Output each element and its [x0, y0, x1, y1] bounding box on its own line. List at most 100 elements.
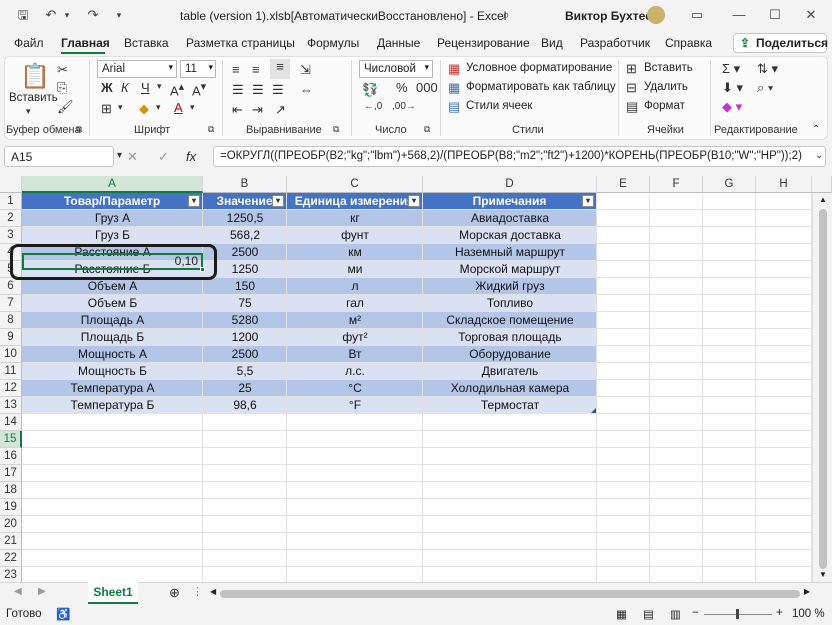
horizontal-scrollbar[interactable]: ◀ ▶	[210, 587, 810, 601]
zoom-slider-thumb[interactable]	[736, 609, 739, 619]
table-cell[interactable]: л.с.	[287, 363, 423, 380]
spreadsheet-grid[interactable]: A B C D E F G H Товар/Параметр ▾ Значение ▾…	[0, 176, 832, 582]
fill-icon[interactable]: ⬇ ▾	[722, 80, 743, 96]
cell-styles-icon[interactable]: ▤	[448, 99, 460, 115]
minimize-button[interactable]: —	[730, 6, 748, 24]
font-name-select[interactable]: Arial ▾	[97, 60, 177, 78]
italic-button[interactable]: К	[121, 80, 129, 95]
conditional-format-icon[interactable]: ▦	[448, 61, 460, 77]
tab-developer[interactable]: Разработчик	[580, 36, 650, 50]
table-cell[interactable]: 2500	[203, 346, 287, 363]
row-header-10[interactable]: 10	[0, 346, 22, 363]
user-name[interactable]: Виктор Бухтеев	[565, 9, 659, 23]
table-cell[interactable]: ми	[287, 261, 423, 278]
header-product[interactable]: Товар/Параметр ▾	[22, 193, 203, 210]
paste-icon[interactable]: 📋	[20, 62, 50, 91]
ribbon-display-icon[interactable]: ▭	[688, 6, 706, 24]
table-cell[interactable]: Термостат	[423, 397, 597, 414]
table-cell[interactable]: м²	[287, 312, 423, 329]
table-cell[interactable]: Жидкий груз	[423, 278, 597, 295]
row-header-6[interactable]: 6	[0, 278, 22, 295]
conditional-format-button[interactable]: Условное форматирование	[466, 62, 612, 74]
zoom-level[interactable]: 100 %	[792, 608, 825, 620]
table-cell[interactable]: 5280	[203, 312, 287, 329]
font-color-icon[interactable]: A	[174, 100, 183, 115]
vertical-scrollbar[interactable]: ▲ ▼	[812, 193, 832, 582]
shrink-font-icon[interactable]: A▾	[192, 80, 206, 98]
table-cell[interactable]: Топливо	[423, 295, 597, 312]
row-header-13[interactable]: 13	[0, 397, 22, 414]
undo-dropdown-icon[interactable]: ▾	[58, 6, 76, 24]
tab-review[interactable]: Рецензирование	[437, 36, 530, 50]
align-middle-icon[interactable]: ≡	[252, 62, 260, 77]
column-header-c[interactable]: C	[287, 176, 423, 193]
add-sheet-icon[interactable]: ⊕	[169, 585, 180, 601]
zoom-out-icon[interactable]: −	[692, 607, 699, 619]
align-left-icon[interactable]: ☰	[232, 82, 244, 98]
page-layout-view-icon[interactable]: ▤	[643, 607, 654, 621]
header-unit[interactable]: Единица измерения ▾	[287, 193, 423, 210]
normal-view-icon[interactable]: ▦	[616, 607, 627, 621]
zoom-in-icon[interactable]: +	[776, 607, 783, 619]
redo-icon[interactable]: ↷	[84, 6, 102, 24]
header-value[interactable]: Значение ▾	[203, 193, 287, 210]
table-cell[interactable]: Объем Б	[22, 295, 203, 312]
format-cells-icon[interactable]: ▤	[626, 99, 638, 115]
chevron-down-icon[interactable]: ▾	[190, 102, 195, 113]
table-cell[interactable]: Вт	[287, 346, 423, 363]
tab-help[interactable]: Справка	[665, 36, 712, 50]
column-header-f[interactable]: F	[650, 176, 703, 193]
table-cell[interactable]: 568,2	[203, 227, 287, 244]
table-cell[interactable]: фут²	[287, 329, 423, 346]
tab-insert[interactable]: Вставка	[124, 36, 169, 50]
row-header-17[interactable]: 17	[0, 465, 22, 482]
autosum-icon[interactable]: Σ ▾	[722, 61, 740, 77]
chevron-down-icon[interactable]: ▾	[157, 81, 162, 92]
column-header-e[interactable]: E	[597, 176, 650, 193]
percent-icon[interactable]: %	[396, 80, 408, 95]
font-launcher-icon[interactable]: ⧉	[208, 124, 214, 135]
column-header-b[interactable]: B	[203, 176, 287, 193]
comma-style-icon[interactable]: 000	[416, 80, 438, 95]
format-cells-button[interactable]: Формат	[644, 100, 685, 112]
sort-filter-icon[interactable]: ⇅ ▾	[757, 61, 778, 77]
table-cell[interactable]: Складское помещение	[423, 312, 597, 329]
search-icon[interactable]: ⌕	[497, 6, 515, 24]
table-cell[interactable]: °C	[287, 380, 423, 397]
save-icon[interactable]: 🖫	[14, 6, 32, 24]
table-cell[interactable]: Площадь А	[22, 312, 203, 329]
merge-center-icon[interactable]: ⇔	[300, 82, 313, 97]
row-header-14[interactable]: 14	[0, 414, 22, 431]
maximize-button[interactable]: ☐	[766, 6, 784, 24]
table-cell[interactable]: 1200	[203, 329, 287, 346]
row-header-16[interactable]: 16	[0, 448, 22, 465]
delete-cells-button[interactable]: Удалить	[644, 81, 688, 93]
table-cell[interactable]: гал	[287, 295, 423, 312]
tab-home[interactable]: Главная	[61, 36, 110, 50]
underline-button[interactable]: Ч	[141, 80, 150, 95]
customize-toolbar-icon[interactable]: ▾	[110, 6, 128, 24]
table-cell[interactable]: Груз А	[22, 210, 203, 227]
table-cell[interactable]: Мощность Б	[22, 363, 203, 380]
column-header-a[interactable]: A	[22, 176, 203, 193]
tab-view[interactable]: Вид	[541, 36, 563, 50]
row-header-3[interactable]: 3	[0, 227, 22, 244]
chevron-down-icon[interactable]: ▾	[156, 102, 161, 113]
tab-page-layout[interactable]: Разметка страницы	[186, 36, 295, 50]
row-header-23[interactable]: 23	[0, 567, 22, 582]
table-cell[interactable]: 150	[203, 278, 287, 295]
format-as-table-icon[interactable]: ▦	[448, 80, 460, 96]
table-cell[interactable]: кг	[287, 210, 423, 227]
align-right-icon[interactable]: ☰	[272, 82, 284, 98]
more-icon[interactable]: ⋮	[192, 585, 203, 598]
clipboard-launcher-icon[interactable]: ⧉	[76, 124, 82, 135]
format-as-table-button[interactable]: Форматировать как таблицу	[466, 81, 616, 93]
row-header-22[interactable]: 22	[0, 550, 22, 567]
row-header-9[interactable]: 9	[0, 329, 22, 346]
table-cell[interactable]: Груз Б	[22, 227, 203, 244]
filter-dropdown-icon[interactable]: ▾	[272, 195, 284, 207]
clear-icon[interactable]: ◆ ▾	[722, 99, 742, 115]
row-header-20[interactable]: 20	[0, 516, 22, 533]
row-header-19[interactable]: 19	[0, 499, 22, 516]
row-header-18[interactable]: 18	[0, 482, 22, 499]
